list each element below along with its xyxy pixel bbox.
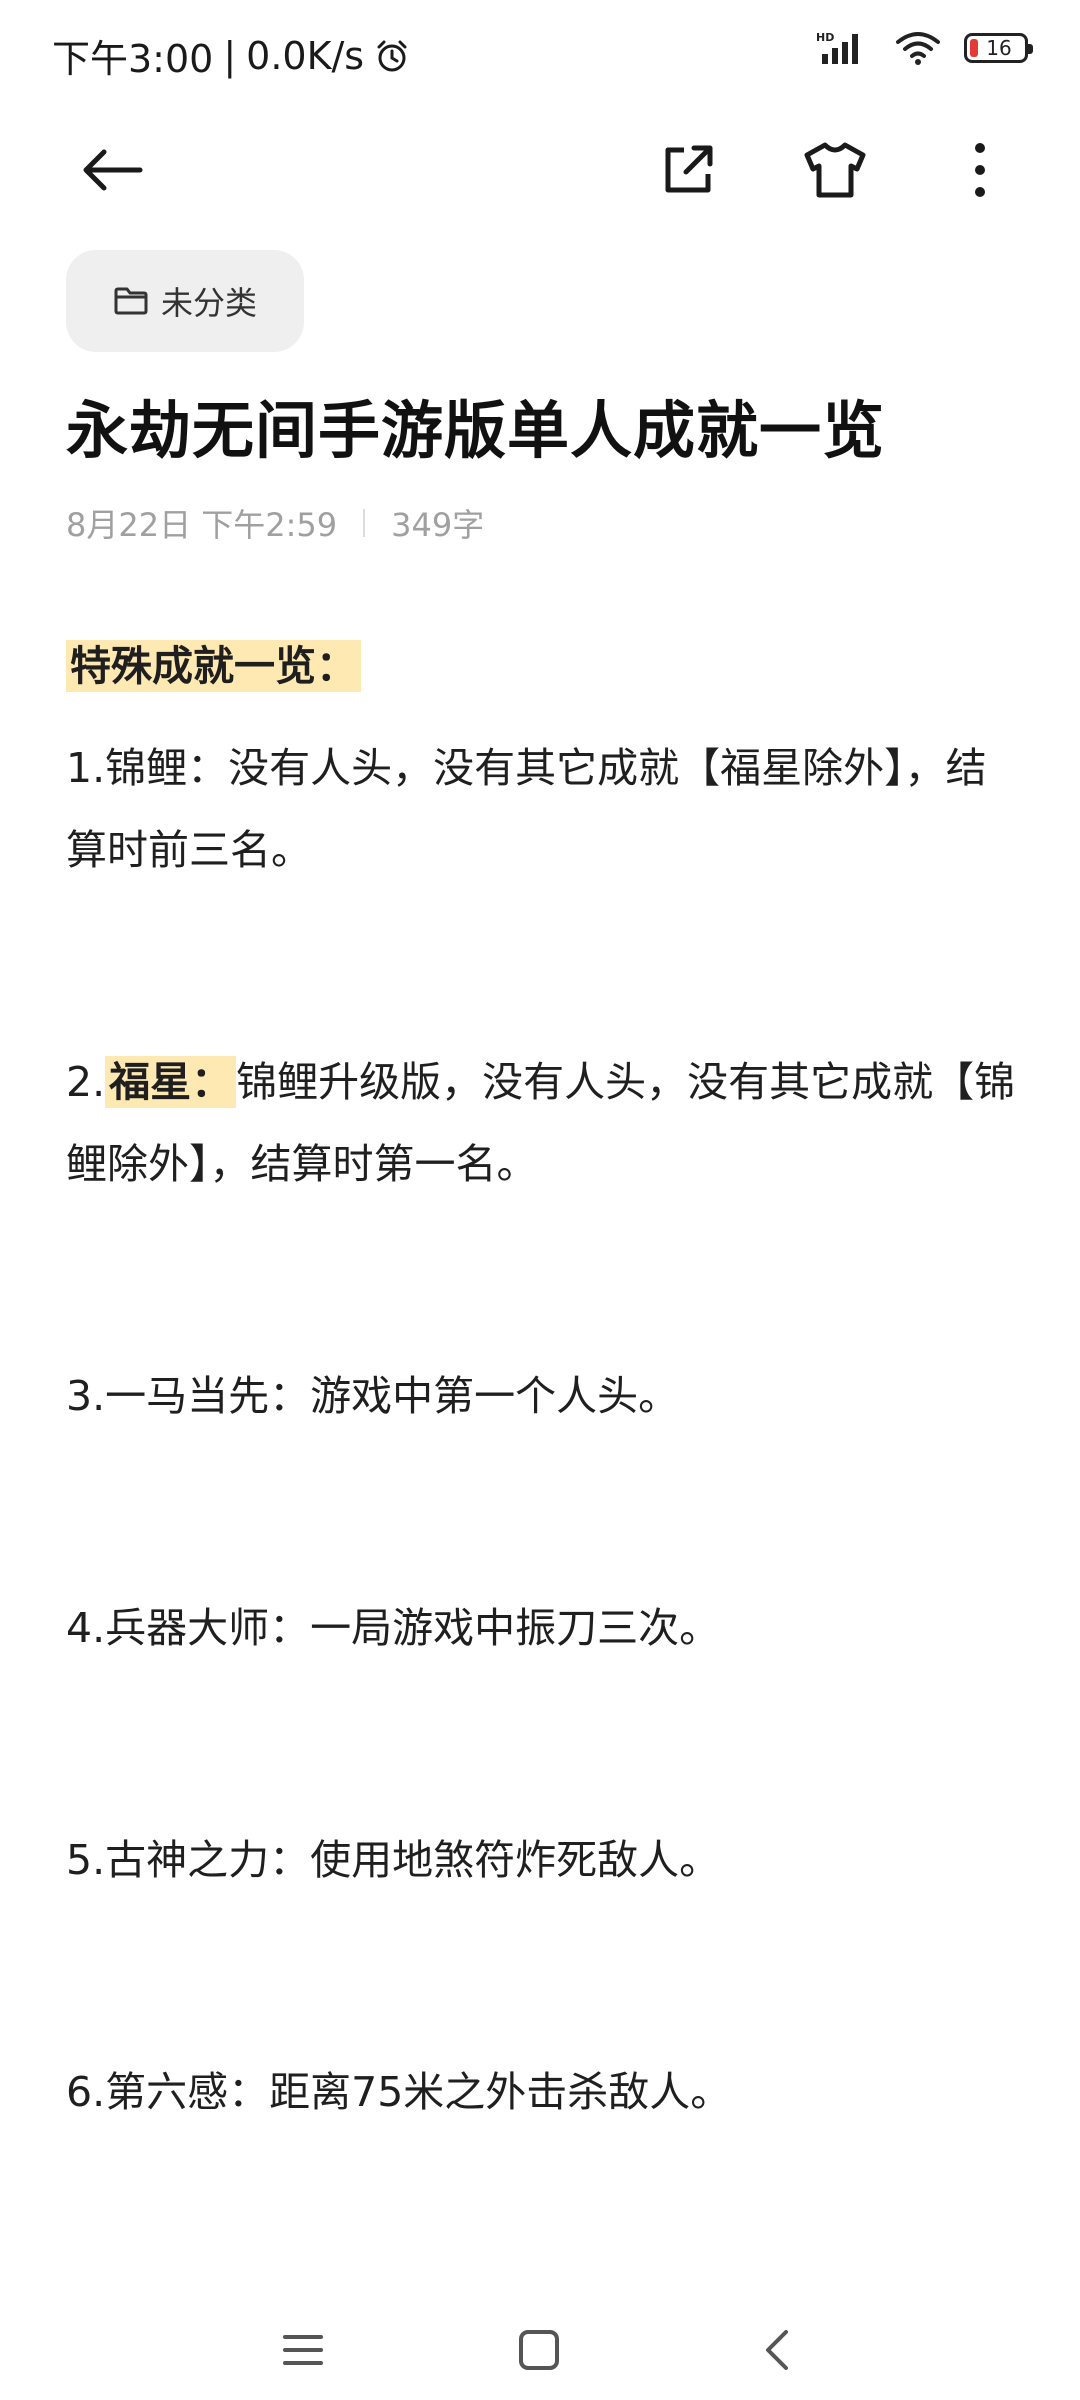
status-separator: | [223, 33, 237, 78]
category-label: 未分类 [160, 284, 257, 322]
battery-level: 16 [986, 36, 1012, 60]
status-bar: 下午3:00 | 0.0K/s HD 16 [0, 0, 1080, 100]
content-heading: 特殊成就一览： [66, 625, 1026, 707]
signal-icon: HD [816, 31, 858, 64]
category-chip[interactable]: 未分类 [66, 250, 304, 352]
list-item: 3.一马当先：游戏中第一个人头。 [66, 1372, 680, 1420]
list-item: 5.古神之力：使用地煞符炸死敌人。 [66, 1836, 721, 1884]
more-button[interactable] [930, 120, 1030, 220]
folder-icon [114, 287, 148, 315]
home-square-icon [519, 2330, 559, 2370]
chevron-left-icon [766, 2330, 788, 2370]
back-button[interactable] [62, 120, 162, 220]
list-item: 2.福星：锦鲤升级版，没有人头，没有其它成就【锦鲤除外】，结算时第一名。 [66, 1056, 1016, 1188]
theme-button[interactable] [785, 120, 885, 220]
system-back-button[interactable] [732, 2310, 822, 2390]
status-right: HD 16 [816, 30, 1033, 66]
network-label: HD [816, 31, 834, 44]
battery-icon: 16 [964, 33, 1033, 63]
status-speed: 0.0K/s [246, 33, 365, 78]
note-meta: 8月22日 下午2:59 349字 [66, 500, 484, 546]
list-item: 6.第六感：距离75米之外击杀敌人。 [66, 2068, 732, 2116]
recent-apps-button[interactable] [258, 2310, 348, 2390]
system-nav-bar [0, 2300, 1080, 2400]
note-date: 8月22日 下午2:59 [66, 506, 338, 544]
status-left: 下午3:00 | 0.0K/s [52, 28, 410, 83]
alarm-icon [377, 40, 407, 71]
menu-icon [283, 2335, 323, 2365]
note-title[interactable]: 永劫无间手游版单人成就一览 [66, 380, 885, 470]
external-share-icon [665, 145, 713, 193]
more-vertical-icon [975, 143, 985, 197]
wifi-icon [896, 32, 940, 65]
meta-divider [363, 509, 366, 537]
arrow-left-icon [83, 149, 143, 191]
home-button[interactable] [494, 2310, 584, 2390]
list-item: 4.兵器大师：一局游戏中振刀三次。 [66, 1604, 721, 1652]
heading-highlight: 特殊成就一览： [66, 640, 361, 692]
top-toolbar [0, 120, 1080, 220]
word-count: 349字 [391, 506, 485, 544]
status-time: 下午3:00 [52, 37, 214, 81]
tshirt-icon [804, 142, 866, 198]
note-body[interactable]: 特殊成就一览： 1.锦鲤：没有人头，没有其它成就【福星除外】，结算时前三名。 2… [66, 625, 1026, 2133]
highlight-text: 福星： [105, 1056, 237, 1108]
list-item: 1.锦鲤：没有人头，没有其它成就【福星除外】，结算时前三名。 [66, 744, 987, 874]
share-button[interactable] [638, 120, 738, 220]
